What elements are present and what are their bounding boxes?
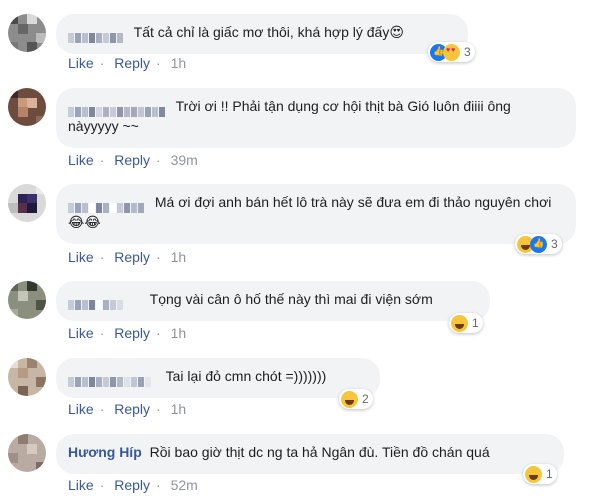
reply-link[interactable]: Reply xyxy=(114,401,150,417)
comment-actions: Like · Reply · 1h xyxy=(68,249,187,265)
reply-link[interactable]: Reply xyxy=(114,477,150,493)
haha-icon xyxy=(341,390,358,408)
timestamp[interactable]: 1h xyxy=(171,401,187,417)
like-link[interactable]: Like xyxy=(68,325,94,341)
avatar[interactable] xyxy=(8,14,46,52)
commenter-name-redacted[interactable] xyxy=(68,372,152,388)
like-link[interactable]: Like xyxy=(68,477,94,493)
timestamp[interactable]: 52m xyxy=(171,477,198,493)
reaction-count: 1 xyxy=(472,316,479,330)
like-link[interactable]: Like xyxy=(68,55,94,71)
like-link[interactable]: Like xyxy=(68,152,94,168)
like-link[interactable]: Like xyxy=(68,249,94,265)
commenter-name-redacted[interactable] xyxy=(68,102,166,118)
reaction-summary[interactable]: 1 xyxy=(523,464,557,484)
comment-bubble: Má ơi đợi anh bán hết lô trà này sẽ đưa … xyxy=(56,184,576,244)
reply-link[interactable]: Reply xyxy=(114,325,150,341)
like-link[interactable]: Like xyxy=(68,401,94,417)
comment-bubble: Tọng vài cân ô hố thế này thì mai đi việ… xyxy=(56,281,490,321)
comment-text: Tọng vài cân ô hố thế này thì mai đi việ… xyxy=(149,291,433,307)
like-icon xyxy=(530,235,547,253)
comment-bubble: Hương Híp Rồi bao giờ thịt dc ng ta hả N… xyxy=(56,434,564,474)
commenter-name[interactable]: Hương Híp xyxy=(68,444,142,460)
reply-link[interactable]: Reply xyxy=(114,152,150,168)
reaction-summary[interactable]: 2 xyxy=(339,389,373,409)
avatar[interactable] xyxy=(8,88,46,126)
comment-text: Tất cả chỉ là giấc mơ thôi, khá hợp lý đ… xyxy=(133,24,404,40)
comment-actions: Like · Reply · 1h xyxy=(68,55,187,71)
timestamp[interactable]: 1h xyxy=(171,249,187,265)
reply-link[interactable]: Reply xyxy=(114,55,150,71)
timestamp[interactable]: 1h xyxy=(171,325,187,341)
reaction-count: 1 xyxy=(546,467,553,481)
love-icon xyxy=(443,43,460,61)
reaction-count: 3 xyxy=(551,237,558,251)
avatar[interactable] xyxy=(8,281,46,319)
commenter-name-redacted[interactable] xyxy=(68,28,124,44)
comment-bubble: Tai lại đỏ cmn chót =))))))) xyxy=(56,358,380,398)
comment-actions: Like · Reply · 52m xyxy=(68,477,198,493)
reaction-summary[interactable]: 3 xyxy=(515,234,562,254)
avatar[interactable] xyxy=(8,358,46,396)
timestamp[interactable]: 1h xyxy=(171,55,187,71)
reaction-count: 2 xyxy=(362,392,369,406)
commenter-name-redacted[interactable] xyxy=(68,198,145,214)
comment-actions: Like · Reply · 1h xyxy=(68,401,187,417)
comment-actions: Like · Reply · 39m xyxy=(68,152,198,168)
comment-actions: Like · Reply · 1h xyxy=(68,325,187,341)
comment-text: Rồi bao giờ thịt dc ng ta hả Ngân đù. Ti… xyxy=(149,444,490,460)
haha-icon xyxy=(451,314,468,332)
timestamp[interactable]: 39m xyxy=(171,152,198,168)
reaction-count: 3 xyxy=(464,45,471,59)
reply-link[interactable]: Reply xyxy=(114,249,150,265)
commenter-name-redacted[interactable] xyxy=(68,295,124,311)
comment-bubble: Tất cả chỉ là giấc mơ thôi, khá hợp lý đ… xyxy=(56,14,468,54)
comment-bubble: Trời ơi !! Phải tận dụng cơ hội thịt bà … xyxy=(56,88,576,148)
reaction-summary[interactable]: 3 xyxy=(428,42,475,62)
reaction-summary[interactable]: 1 xyxy=(449,313,483,333)
avatar[interactable] xyxy=(8,434,46,472)
avatar[interactable] xyxy=(8,184,46,222)
haha-icon xyxy=(525,465,542,483)
comment-text: Tai lại đỏ cmn chót =))))))) xyxy=(165,368,327,384)
